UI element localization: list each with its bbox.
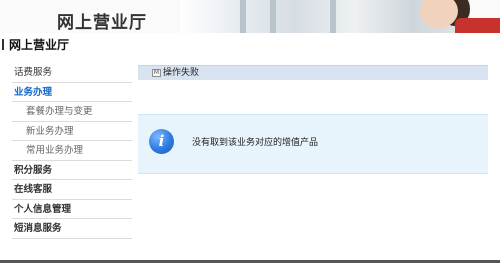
- status-bar: M 操作失败: [138, 65, 488, 80]
- banner-figure-scarf: [455, 18, 500, 33]
- sidebar-subitem-plan-change[interactable]: 套餐办理与变更: [12, 102, 132, 122]
- status-text: 操作失败: [163, 68, 200, 78]
- banner-title: 网上营业厅: [57, 13, 147, 33]
- status-icon: M: [152, 69, 161, 77]
- sidebar-item-personal-info[interactable]: 个人信息管理: [12, 200, 132, 219]
- sidebar-item-business[interactable]: 业务办理: [12, 83, 132, 102]
- sidebar-item-points[interactable]: 积分服务: [12, 161, 132, 180]
- info-icon: i: [149, 129, 174, 154]
- sidebar-nav: 话费服务 业务办理 套餐办理与变更 新业务办理 常用业务办理 积分服务 在线客服…: [12, 63, 132, 239]
- sidebar-item-sms[interactable]: 短消息服务: [12, 219, 132, 239]
- footer-divider: [0, 260, 500, 263]
- title-bar-marker: [2, 39, 4, 50]
- banner-pillar: [270, 0, 276, 33]
- page-title: 网上营业厅: [2, 36, 69, 53]
- message-text: 没有取到该业务对应的增值产品: [192, 138, 319, 148]
- page-title-text: 网上营业厅: [9, 38, 70, 52]
- sidebar-subitem-new-business[interactable]: 新业务办理: [12, 122, 132, 141]
- sidebar-item-online-support[interactable]: 在线客服: [12, 180, 132, 200]
- top-banner: 网上营业厅: [0, 0, 500, 33]
- sidebar-item-bill-service[interactable]: 话费服务: [12, 63, 132, 83]
- banner-pillar: [240, 0, 246, 33]
- sidebar-subitem-common-business[interactable]: 常用业务办理: [12, 141, 132, 161]
- message-box: i 没有取到该业务对应的增值产品: [138, 114, 488, 174]
- banner-pillar: [330, 0, 336, 33]
- main-content: M 操作失败 i 没有取到该业务对应的增值产品: [138, 65, 488, 174]
